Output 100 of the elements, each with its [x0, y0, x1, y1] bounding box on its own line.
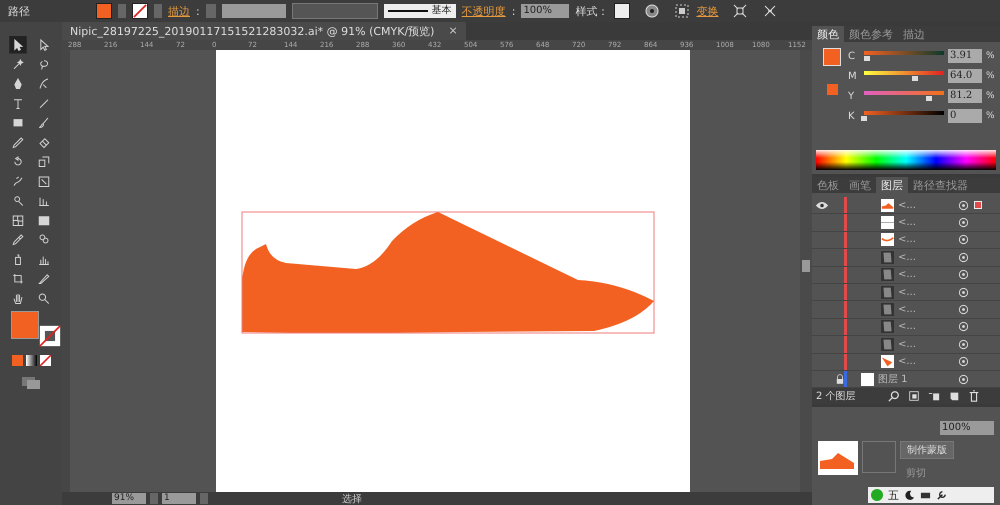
target-icon[interactable]: [958, 269, 968, 280]
opacity-field[interactable]: 100%: [521, 4, 570, 18]
layer-row[interactable]: <...: [812, 336, 1000, 354]
layer-thumbnail: [881, 338, 894, 351]
mask-thumbnail: [862, 441, 896, 474]
panel-tab[interactable]: 路径查找器: [908, 177, 973, 193]
current-tool-label: 选择: [342, 492, 362, 505]
layer-count: 2 个图层: [816, 390, 856, 404]
gamut-swatch[interactable]: [826, 84, 838, 95]
input-method-logo-icon: [871, 489, 883, 502]
layer-row[interactable]: <...: [812, 301, 1000, 319]
target-icon[interactable]: [958, 252, 968, 263]
layer-row[interactable]: <...: [812, 214, 1000, 232]
moon-icon[interactable]: [904, 490, 915, 501]
recolor-icon[interactable]: [644, 3, 660, 19]
color-spectrum[interactable]: [816, 150, 996, 170]
channel-label: Y: [848, 90, 856, 102]
channel-value-field[interactable]: 81.2: [948, 89, 982, 103]
selection-label: 路径: [8, 4, 30, 18]
stroke-weight-field[interactable]: [206, 4, 216, 18]
no-stroke-swatch[interactable]: [132, 3, 148, 19]
artboard-field[interactable]: 1: [162, 493, 196, 504]
layer-thumbnail: [881, 355, 894, 368]
panel-tab[interactable]: 颜色参考: [844, 26, 898, 42]
channel-value-field[interactable]: 3.91: [948, 49, 982, 63]
object-thumbnail: [818, 441, 858, 476]
screen-mode-icon[interactable]: [21, 376, 41, 390]
no-color-button[interactable]: [40, 355, 50, 366]
layer-name: <...: [897, 321, 917, 332]
document-tab[interactable]: Nipic_28197225_20190117151521283032.ai* @ 91% (CMYK/预览) ×: [62, 22, 466, 40]
panel-tab[interactable]: 颜色: [812, 26, 844, 42]
style-label: 样式：: [575, 4, 608, 18]
close-button[interactable]: ×: [448, 24, 458, 38]
clipping-mask-icon[interactable]: [908, 390, 920, 402]
opacity-link[interactable]: 不透明度: [462, 4, 506, 18]
layer-thumbnail: [881, 303, 894, 316]
color-mode-button[interactable]: [12, 355, 22, 366]
target-icon[interactable]: [958, 304, 968, 316]
layer-row[interactable]: <...: [812, 284, 1000, 302]
stroke-link[interactable]: 描边: [168, 4, 190, 18]
new-sublayer-icon[interactable]: [928, 390, 940, 402]
channel-label: M: [848, 70, 858, 82]
layer-row[interactable]: <...: [812, 354, 1000, 371]
layer-name: <...: [897, 234, 917, 246]
clip-checkbox-label[interactable]: 剪切: [900, 465, 954, 482]
layer-thumbnail: [861, 372, 874, 386]
selected-shoe-shape[interactable]: [242, 212, 654, 334]
channel-value-field[interactable]: 64.0: [948, 69, 982, 83]
graphic-style-swatch[interactable]: [614, 3, 630, 19]
target-icon[interactable]: [958, 338, 968, 350]
percent-label: %: [986, 51, 995, 61]
layer-row[interactable]: <...: [812, 249, 1000, 267]
new-layer-icon[interactable]: [948, 390, 960, 402]
panel-tab[interactable]: 图层: [876, 177, 908, 193]
search-icon[interactable]: [888, 390, 900, 402]
panel-tab[interactable]: 画笔: [844, 177, 876, 193]
separator-colon: :: [512, 4, 516, 18]
transform-link[interactable]: 变换: [696, 4, 718, 18]
fill-color-swatch[interactable]: [11, 311, 39, 339]
eye-icon[interactable]: [815, 200, 829, 210]
stroke-style-dropdown[interactable]: 基本: [384, 4, 456, 18]
trash-icon[interactable]: [968, 390, 980, 402]
layer-thumbnail: [881, 250, 894, 264]
target-icon[interactable]: [958, 374, 968, 385]
input-mode-label[interactable]: 五: [888, 488, 899, 503]
layer-row[interactable]: <...: [812, 318, 1000, 336]
vertical-scrollbar[interactable]: [800, 50, 812, 492]
panel-tab[interactable]: 色板: [812, 177, 844, 193]
target-icon[interactable]: [958, 321, 968, 332]
layer-thumbnail: [881, 216, 894, 230]
opacity-field[interactable]: 100%: [940, 421, 994, 436]
panel-tab[interactable]: 描边: [898, 26, 930, 42]
layer-row[interactable]: <...: [812, 197, 1000, 214]
zoom-field[interactable]: 91%: [112, 493, 146, 504]
layer-row[interactable]: <...: [812, 266, 1000, 284]
lock-icon[interactable]: [836, 374, 844, 384]
isolate-icon[interactable]: [732, 3, 748, 19]
stroke-weight-input[interactable]: [222, 4, 286, 18]
layer-name: 图层 1: [877, 373, 909, 386]
puppet-pin-icon[interactable]: [762, 3, 778, 19]
target-icon[interactable]: [958, 200, 968, 211]
layer-name: <...: [897, 269, 917, 280]
align-icon[interactable]: [674, 3, 690, 19]
layer-name: <...: [897, 217, 917, 228]
percent-label: %: [986, 91, 995, 101]
layer-row[interactable]: <...: [812, 232, 1000, 250]
target-icon[interactable]: [958, 217, 968, 228]
fill-swatch[interactable]: [96, 3, 112, 19]
make-mask-button[interactable]: 制作蒙版: [900, 441, 954, 460]
channel-value-field[interactable]: 0: [948, 109, 982, 123]
target-icon[interactable]: [958, 356, 968, 368]
target-icon[interactable]: [958, 234, 968, 246]
wrench-icon[interactable]: [936, 490, 947, 501]
no-stroke-swatch[interactable]: [39, 325, 61, 347]
gradient-mode-button[interactable]: [26, 355, 36, 366]
layer-name: <...: [897, 304, 917, 316]
target-icon[interactable]: [958, 286, 968, 298]
layer-name: <...: [897, 338, 917, 350]
layer-thumbnail: [881, 286, 894, 299]
layer-thumbnail: [881, 233, 894, 246]
